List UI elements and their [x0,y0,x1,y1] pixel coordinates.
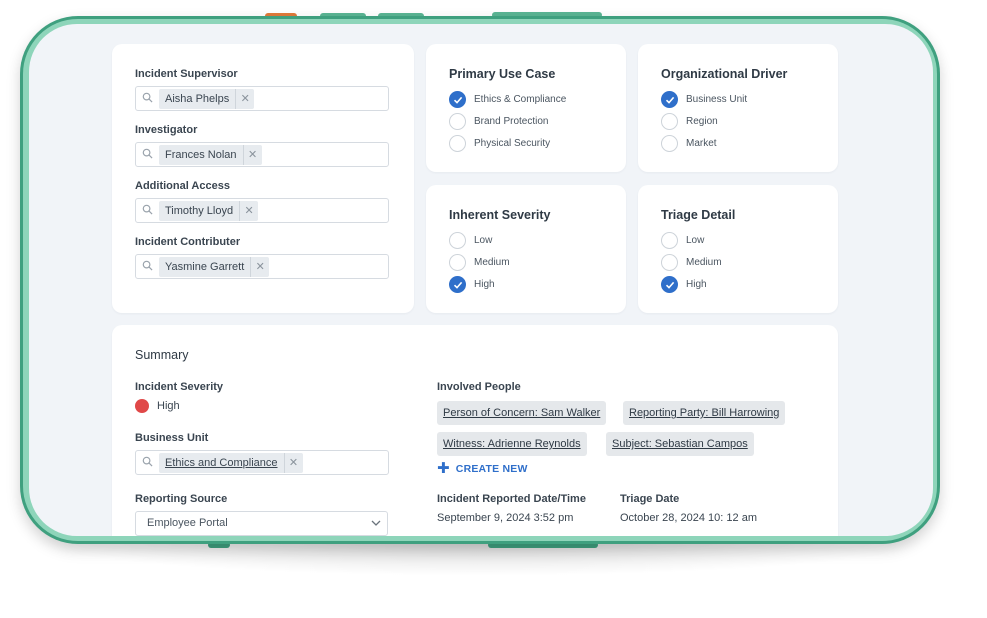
radio-icon[interactable] [449,232,466,249]
option-label: Medium [686,257,722,268]
create-new-label: CREATE NEW [455,463,528,475]
plus-icon: ✚ [437,460,450,477]
radio-icon[interactable] [661,113,678,130]
people-card: Incident Supervisor Aisha Phelps ✕ Invest… [112,44,414,313]
reporting-source-value: Employee Portal [147,517,228,529]
involved-person-chip[interactable]: Witness: Adrienne Reynolds [437,432,587,456]
radio-icon[interactable] [661,135,678,152]
incident-severity-value: High [157,400,180,412]
assignee-name: Aisha Phelps [165,93,230,105]
triage-detail-option[interactable]: Medium [661,254,722,271]
option-label: Physical Security [474,138,551,149]
primary-use-case-option[interactable]: Ethics & Compliance [449,91,566,108]
assignee-name: Yasmine Garrett [165,261,245,273]
inherent-severity-option[interactable]: Medium [449,254,510,271]
radio-icon[interactable] [449,113,466,130]
incident-severity-label: Incident Severity [135,381,224,393]
incident-contributer-field[interactable]: Yasmine Garrett ✕ [135,254,389,279]
option-label: High [686,279,707,290]
summary-title: Summary [135,348,189,362]
create-new-button[interactable]: ✚ CREATE NEW [437,460,528,477]
assignee-chip: Aisha Phelps ✕ [159,89,255,109]
search-icon [142,148,153,159]
radio-icon[interactable] [661,232,678,249]
business-unit-label: Business Unit [135,432,209,444]
remove-icon[interactable]: ✕ [283,453,303,473]
primary-use-case-title: Primary Use Case [449,67,556,81]
triage-detail-card: Triage Detail Low Medium High [638,185,838,313]
triage-detail-option[interactable]: High [661,276,707,293]
option-label: Region [686,116,718,127]
triage-date-value: October 28, 2024 10: 12 am [620,512,757,524]
primary-use-case-option[interactable]: Physical Security [449,135,550,152]
assignee-chip: Yasmine Garrett ✕ [159,257,270,277]
inherent-severity-option[interactable]: Low [449,232,492,249]
option-label: Market [686,138,717,149]
option-label: Low [686,235,705,246]
option-label: Business Unit [686,94,748,105]
organizational-driver-option[interactable]: Region [661,113,718,130]
radio-checked-icon[interactable] [449,91,466,108]
additional-access-label: Additional Access [135,180,230,192]
option-label: Ethics & Compliance [474,94,567,105]
inherent-severity-card: Inherent Severity Low Medium High [426,185,626,313]
organizational-driver-card: Organizational Driver Business Unit Regi… [638,44,838,172]
triage-detail-option[interactable]: Low [661,232,704,249]
radio-icon[interactable] [661,254,678,271]
reporting-source-select[interactable]: Employee Portal [135,511,388,536]
assignee-name: Frances Nolan [165,149,237,161]
option-label: Medium [474,257,510,268]
remove-icon[interactable]: ✕ [250,257,269,277]
search-icon [142,456,153,467]
severity-indicator-icon [135,399,149,413]
app-screen: Incident Supervisor Aisha Phelps ✕ Invest… [29,24,933,536]
option-label: Brand Protection [474,116,549,127]
involved-person-chip[interactable]: Subject: Sebastian Campos [606,432,754,456]
radio-icon[interactable] [449,135,466,152]
radio-checked-icon[interactable] [449,276,466,293]
remove-icon[interactable]: ✕ [235,89,254,109]
involved-people-label: Involved People [437,381,521,393]
business-unit-field[interactable]: Ethics and Compliance ✕ [135,450,389,475]
involved-person-chip[interactable]: Person of Concern: Sam Walker [437,401,607,425]
assignee-chip: Frances Nolan ✕ [159,145,262,165]
incident-supervisor-label: Incident Supervisor [135,68,238,80]
radio-icon[interactable] [449,254,466,271]
reported-date-label: Incident Reported Date/Time [437,493,586,505]
remove-icon[interactable]: ✕ [242,145,262,165]
involved-person-chip[interactable]: Reporting Party: Bill Harrowing [623,401,786,425]
organizational-driver-option[interactable]: Market [661,135,717,152]
investigator-label: Investigator [135,124,198,136]
triage-date-label: Triage Date [620,493,680,505]
additional-access-field[interactable]: Timothy Lloyd ✕ [135,198,389,223]
business-unit-value: Ethics and Compliance [165,457,278,469]
inherent-severity-title: Inherent Severity [449,208,551,222]
incident-contributer-label: Incident Contributer [135,236,241,248]
option-label: Low [474,235,493,246]
summary-card: Summary Incident Severity High Business … [112,325,838,536]
search-icon [142,204,153,215]
reporting-source-label: Reporting Source [135,493,228,505]
radio-checked-icon[interactable] [661,91,678,108]
search-icon [142,92,153,103]
business-unit-chip: Ethics and Compliance ✕ [159,453,303,473]
investigator-field[interactable]: Frances Nolan ✕ [135,142,389,167]
inherent-severity-option[interactable]: High [449,276,495,293]
incident-supervisor-field[interactable]: Aisha Phelps ✕ [135,86,389,111]
organizational-driver-option[interactable]: Business Unit [661,91,747,108]
radio-checked-icon[interactable] [661,276,678,293]
remove-icon[interactable]: ✕ [239,201,258,221]
option-label: High [474,279,495,290]
chevron-down-icon [371,520,381,526]
assignee-name: Timothy Lloyd [165,205,234,217]
primary-use-case-card: Primary Use Case Ethics & Compliance Bra… [426,44,626,172]
organizational-driver-title: Organizational Driver [661,67,788,81]
reported-date-value: September 9, 2024 3:52 pm [437,512,574,524]
triage-detail-title: Triage Detail [661,208,736,222]
search-icon [142,260,153,271]
assignee-chip: Timothy Lloyd ✕ [159,201,259,221]
primary-use-case-option[interactable]: Brand Protection [449,113,549,130]
